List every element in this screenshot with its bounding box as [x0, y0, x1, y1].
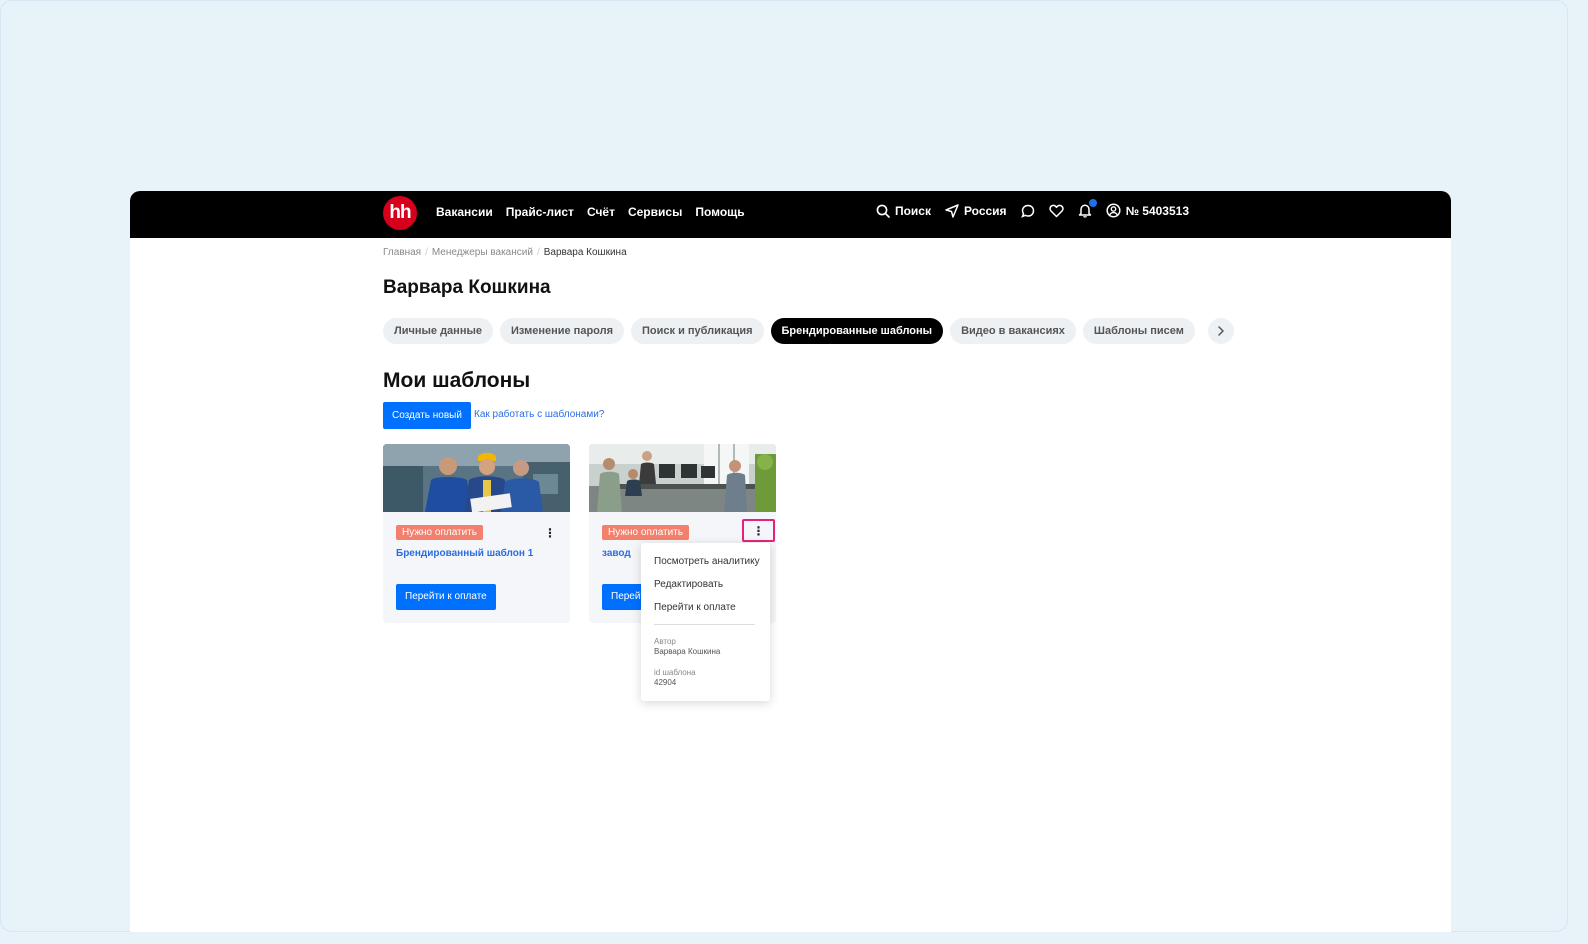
heart-icon[interactable] — [1048, 204, 1064, 218]
nav-item-vacancies[interactable]: Вакансии — [436, 205, 493, 219]
location-arrow-icon — [945, 203, 959, 218]
browser-window: hh Вакансии Прайс-лист Счёт Сервисы Помо… — [130, 191, 1451, 932]
breadcrumb-separator: / — [425, 247, 428, 258]
more-options-button[interactable]: ⋮ — [543, 524, 557, 541]
settings-tabs: Личные данные Изменение пароля Поиск и п… — [383, 318, 1234, 344]
notification-badge — [1087, 198, 1098, 208]
breadcrumb-link-home[interactable]: Главная — [383, 247, 421, 258]
template-options-menu: Посмотреть аналитику Редактировать Перей… — [641, 543, 770, 701]
breadcrumb-separator: / — [536, 247, 540, 258]
status-badge: Нужно оплатить — [396, 525, 483, 540]
nav-item-pricelist[interactable]: Прайс-лист — [506, 205, 574, 219]
chevron-right-icon — [1217, 326, 1225, 336]
help-link[interactable]: Как работать с шаблонами? — [474, 409, 604, 420]
template-cover-image — [589, 444, 776, 512]
account-label: № 5403513 — [1125, 203, 1189, 218]
template-id-value: 42904 — [654, 678, 677, 687]
template-name-link[interactable]: Брендированный шаблон 1 — [396, 548, 533, 559]
tab-letter-templates[interactable]: Шаблоны писем — [1082, 318, 1195, 344]
search-label: Поиск — [894, 203, 931, 218]
bell-icon[interactable] — [1078, 198, 1098, 218]
nav-item-invoice[interactable]: Счёт — [587, 205, 615, 219]
region-label: Россия — [963, 203, 1007, 218]
menu-item-go-to-payment[interactable]: Перейти к оплате — [654, 602, 736, 613]
template-card: Нужно оплатить ⋮ Брендированный шаблон 1… — [383, 444, 570, 623]
tabs-next-button[interactable] — [1207, 318, 1234, 344]
search-button[interactable]: Поиск — [876, 204, 931, 218]
user-circle-icon — [1106, 203, 1121, 218]
user-nav: Поиск Россия № 5403513 — [876, 198, 1189, 218]
tab-change-password[interactable]: Изменение пароля — [499, 318, 625, 344]
go-to-payment-button[interactable]: Перейти к оплате — [396, 584, 496, 610]
menu-item-edit[interactable]: Редактировать — [654, 579, 723, 590]
template-cover-image — [383, 444, 570, 512]
tab-personal-data[interactable]: Личные данные — [383, 318, 493, 344]
create-new-button[interactable]: Создать новый — [383, 402, 471, 429]
page-title: Варвара Кошкина — [383, 277, 551, 298]
template-name-link[interactable]: завод — [602, 548, 631, 559]
tab-branded-templates[interactable]: Брендированные шаблоны — [770, 318, 944, 344]
nav-item-help[interactable]: Помощь — [695, 205, 744, 219]
top-navigation-bar: hh Вакансии Прайс-лист Счёт Сервисы Помо… — [130, 191, 1451, 238]
more-options-button[interactable]: ⋮ — [742, 519, 775, 542]
breadcrumb-link-managers[interactable]: Менеджеры вакансий — [432, 247, 533, 258]
chat-icon[interactable] — [1020, 204, 1035, 218]
search-icon — [876, 204, 890, 218]
author-label: Автор — [654, 637, 676, 646]
breadcrumb-current: Варвара Кошкина — [543, 247, 627, 258]
main-nav: Вакансии Прайс-лист Счёт Сервисы Помощь — [436, 205, 745, 219]
nav-item-services[interactable]: Сервисы — [628, 205, 682, 219]
region-button[interactable]: Россия — [945, 204, 1007, 218]
section-title: Мои шаблоны — [383, 369, 531, 392]
template-id-label: id шаблона — [654, 668, 696, 677]
tab-video-in-vacancies[interactable]: Видео в вакансиях — [950, 318, 1076, 344]
status-badge: Нужно оплатить — [602, 525, 689, 540]
menu-divider — [654, 624, 755, 625]
tab-search-publication[interactable]: Поиск и публикация — [631, 318, 764, 344]
account-button[interactable]: № 5403513 — [1106, 203, 1189, 218]
menu-item-view-analytics[interactable]: Посмотреть аналитику — [654, 556, 760, 567]
breadcrumb: Главная / Менеджеры вакансий / Варвара Кошки… — [383, 247, 627, 258]
hh-logo[interactable]: hh — [383, 196, 417, 230]
author-value: Варвара Кошкина — [654, 647, 721, 656]
